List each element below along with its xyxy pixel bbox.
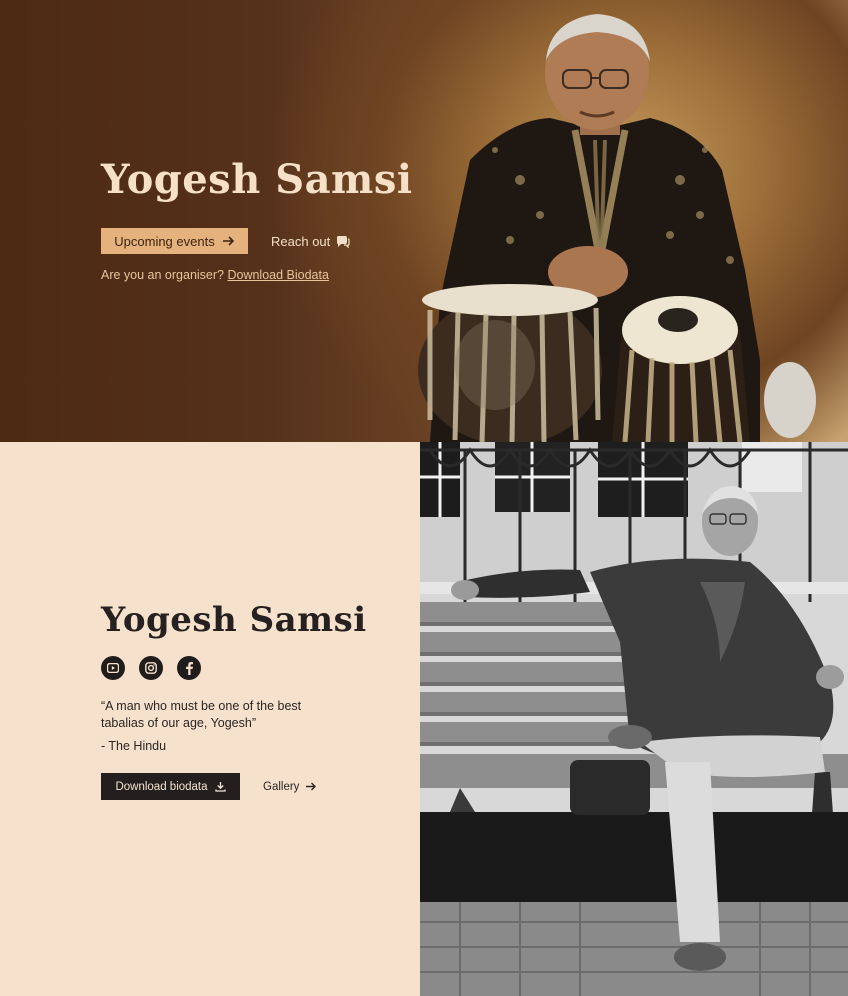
gallery-label: Gallery (263, 780, 300, 793)
youtube-icon (107, 663, 119, 673)
instagram-link[interactable] (139, 656, 163, 680)
upcoming-events-button[interactable]: Upcoming events (101, 228, 248, 254)
reach-out-button[interactable]: Reach out (271, 228, 350, 254)
organiser-text: Are you an organiser? (101, 268, 228, 282)
hero-portrait-photo (418, 14, 816, 442)
press-quote: “A man who must be one of the best tabal… (101, 699, 302, 730)
social-links (101, 656, 201, 680)
download-biodata-label: Download biodata (115, 780, 208, 793)
download-biodata-button[interactable]: Download biodata (101, 773, 240, 800)
hero-section: Yogesh Samsi Upcoming events Reach out A… (0, 0, 848, 442)
quote-source: - The Hindu (101, 739, 167, 753)
youtube-link[interactable] (101, 656, 125, 680)
arrow-right-icon (306, 782, 317, 791)
download-biodata-link[interactable]: Download Biodata (227, 268, 328, 282)
upcoming-events-label: Upcoming events (114, 233, 215, 249)
instagram-icon (145, 662, 157, 674)
download-icon (214, 782, 226, 792)
organiser-line: Are you an organiser? Download Biodata (101, 268, 329, 282)
facebook-icon (186, 662, 193, 675)
bench-photo-image (420, 442, 848, 996)
about-section: Yogesh Samsi “A man who must be one of t… (0, 442, 848, 996)
arrow-right-icon (222, 236, 234, 246)
bench-photo (420, 442, 848, 996)
hero-title: Yogesh Samsi (101, 156, 413, 203)
gallery-link[interactable]: Gallery (263, 773, 317, 800)
about-title: Yogesh Samsi (101, 600, 367, 640)
facebook-link[interactable] (177, 656, 201, 680)
reach-out-label: Reach out (271, 233, 331, 249)
chat-bubbles-icon (337, 235, 350, 248)
